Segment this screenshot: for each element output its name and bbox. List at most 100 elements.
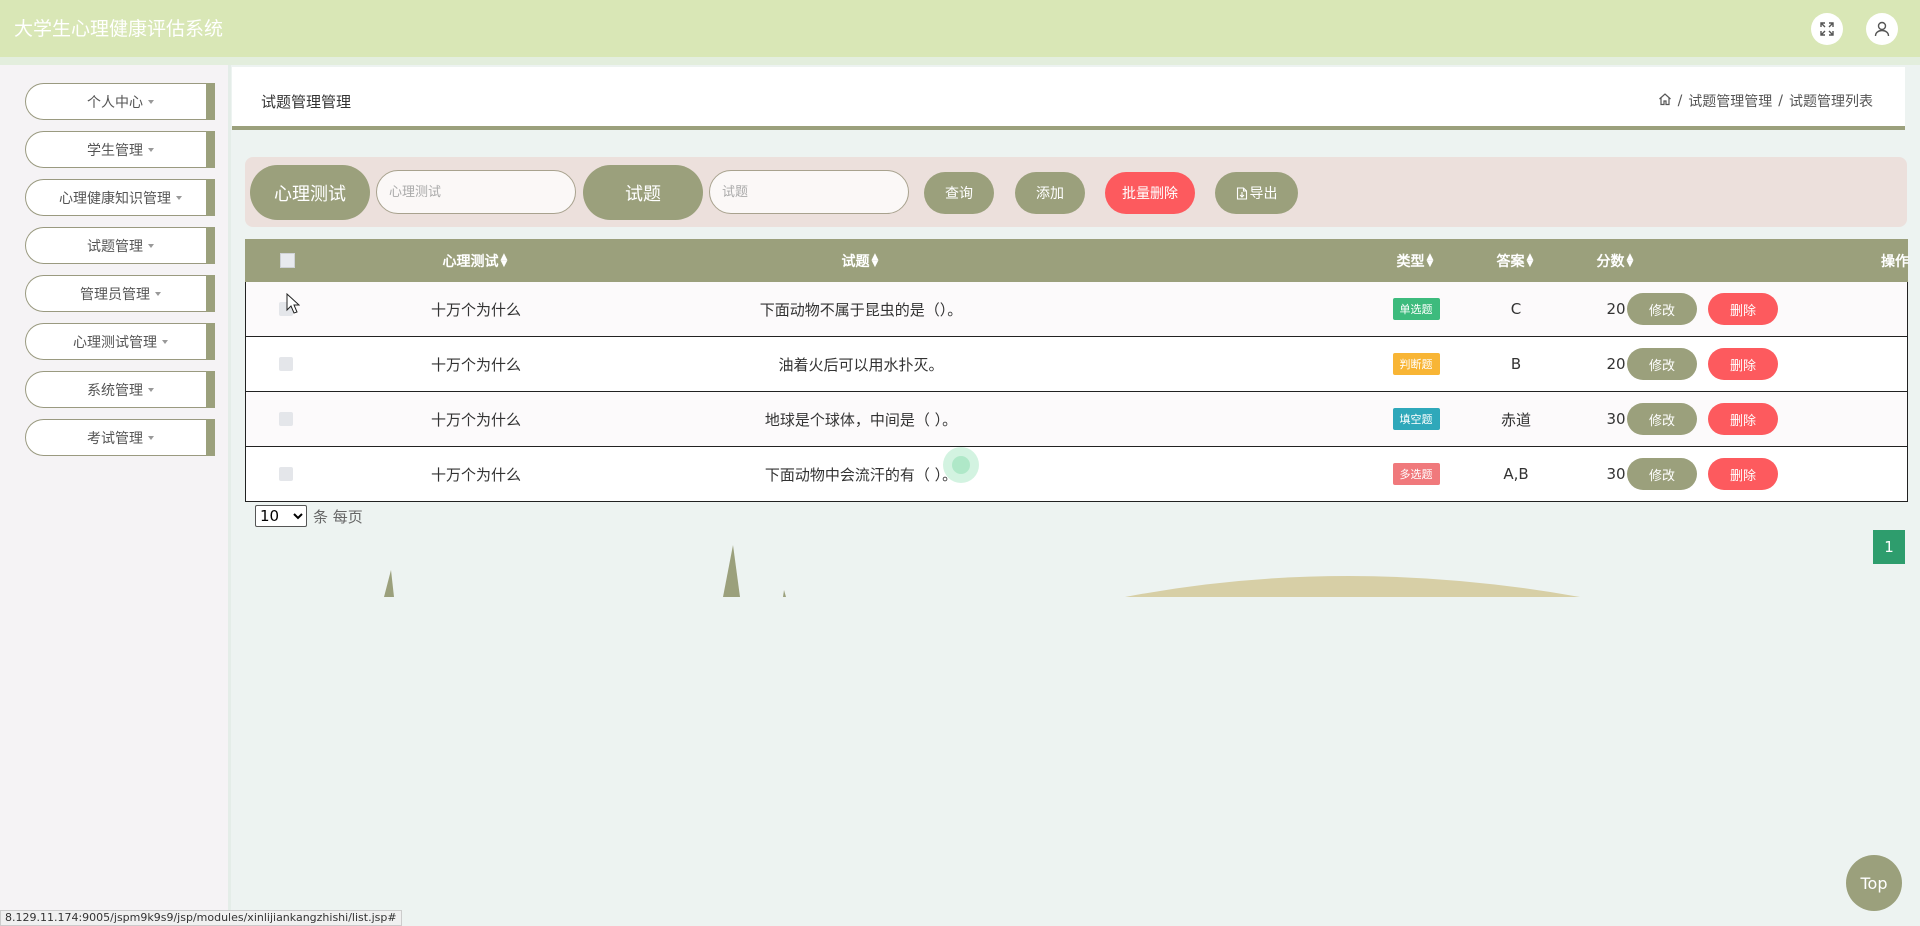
edit-button[interactable]: 修改	[1627, 458, 1697, 490]
column-header-type[interactable]: 类型 ▲ ▼	[1375, 239, 1455, 282]
column-header-actions: 操作	[1881, 253, 1909, 270]
table-row: 十万个为什么 地球是个球体，中间是（ ）。 填空题 赤道 30 修改 删除	[245, 392, 1908, 447]
breadcrumb-separator: /	[1677, 93, 1683, 109]
sidebar-item-admins[interactable]: 管理员管理	[25, 275, 215, 312]
breadcrumb-item[interactable]: 试题管理管理	[1688, 91, 1772, 111]
column-header-question[interactable]: 试题 ▲ ▼	[795, 239, 925, 282]
sidebar-item-label: 心理健康知识管理	[59, 190, 171, 207]
top-bar: 大学生心理健康评估系统	[0, 0, 1920, 57]
column-header-test[interactable]: 心理测试 ▲ ▼	[410, 239, 540, 282]
caret-down-icon	[148, 387, 154, 392]
table-row: 十万个为什么 下面动物中会流汗的有（ ）。 多选题 A,B 30 修改 删除	[245, 447, 1908, 502]
sort-icon: ▲ ▼	[1526, 251, 1534, 269]
per-page-label: 条 每页	[313, 507, 363, 526]
cell-answer: B	[1510, 355, 1522, 373]
sort-icon: ▲ ▼	[1626, 251, 1634, 269]
caret-down-icon	[148, 435, 154, 440]
cell-answer: A,B	[1503, 465, 1529, 483]
page-size-control: 10 条 每页	[255, 505, 363, 527]
export-button[interactable]: 导出	[1215, 172, 1298, 214]
cell-test: 十万个为什么	[430, 300, 521, 319]
sort-icon: ▲ ▼	[871, 251, 879, 269]
add-button[interactable]: 添加	[1015, 172, 1085, 214]
breadcrumb-item: 试题管理列表	[1789, 94, 1873, 110]
table-row: 十万个为什么 油着火后可以用水扑灭。 判断题 B 20 修改 删除	[245, 337, 1908, 392]
content-header: 试题管理管理 / 试题管理管理 / 试题管理列表	[232, 67, 1905, 130]
app-title: 大学生心理健康评估系统	[14, 18, 224, 40]
decorative-scenery	[384, 545, 1580, 597]
column-header-score[interactable]: 分数 ▲ ▼	[1575, 239, 1655, 282]
query-button[interactable]: 查询	[924, 172, 994, 214]
table-row: 十万个为什么 下面动物不属于昆虫的是（）。 单选题 C 20 修改 删除	[245, 282, 1908, 337]
sidebar-item-system[interactable]: 系统管理	[25, 371, 215, 408]
sidebar-item-label: 心理测试管理	[73, 334, 157, 351]
sort-icon: ▲ ▼	[500, 251, 508, 269]
export-icon	[1236, 186, 1247, 200]
caret-down-icon	[176, 195, 182, 200]
fullscreen-icon[interactable]	[1811, 13, 1843, 45]
cell-test: 十万个为什么	[430, 355, 521, 374]
questions-table: 心理测试 ▲ ▼ 试题 ▲ ▼ 类型 ▲ ▼ 答案 ▲ ▼ 分数 ▲ ▼ 操作 十万个为什么 下面动…	[245, 239, 1909, 502]
question-search-input[interactable]	[709, 170, 909, 214]
breadcrumb-separator: /	[1778, 93, 1783, 109]
edit-button[interactable]: 修改	[1627, 348, 1697, 380]
caret-down-icon	[148, 99, 154, 104]
sidebar-item-label: 考试管理	[87, 430, 143, 447]
page-size-select[interactable]: 10	[255, 505, 307, 527]
breadcrumb: / 试题管理管理 / 试题管理列表	[1658, 91, 1873, 111]
column-header-answer[interactable]: 答案 ▲ ▼	[1475, 239, 1555, 282]
caret-down-icon	[155, 291, 161, 296]
sort-icon: ▲ ▼	[1426, 251, 1434, 269]
select-all-checkbox[interactable]	[277, 239, 297, 282]
back-to-top-button[interactable]: Top	[1846, 855, 1902, 911]
sidebar-item-label: 个人中心	[87, 94, 143, 111]
sidebar-divider	[228, 65, 231, 926]
row-checkbox[interactable]	[276, 447, 296, 501]
sidebar-item-label: 系统管理	[87, 382, 143, 399]
delete-button[interactable]: 删除	[1708, 403, 1778, 435]
cell-question: 油着火后可以用水扑灭。	[778, 355, 944, 374]
caret-down-icon	[148, 147, 154, 152]
sidebar-item-students[interactable]: 学生管理	[25, 131, 215, 168]
delete-button[interactable]: 删除	[1708, 348, 1778, 380]
sidebar-item-label: 试题管理	[87, 238, 143, 255]
delete-button[interactable]: 删除	[1708, 293, 1778, 325]
edit-button[interactable]: 修改	[1627, 403, 1697, 435]
sidebar-item-questions[interactable]: 试题管理	[25, 227, 215, 264]
top-strip	[0, 57, 1920, 65]
row-checkbox[interactable]	[276, 392, 296, 446]
status-bar-url: 8.129.11.174:9005/jspm9k9s9/jsp/modules/…	[0, 910, 402, 926]
type-badge: 判断题	[1392, 353, 1440, 375]
table-header: 心理测试 ▲ ▼ 试题 ▲ ▼ 类型 ▲ ▼ 答案 ▲ ▼ 分数 ▲ ▼ 操作	[245, 239, 1909, 282]
cell-question: 地球是个球体，中间是（ ）。	[764, 410, 958, 429]
user-icon[interactable]	[1866, 13, 1898, 45]
type-badge: 填空题	[1392, 408, 1440, 430]
sidebar-item-mental-health-knowledge[interactable]: 心理健康知识管理	[25, 179, 215, 216]
type-badge: 单选题	[1392, 298, 1440, 320]
cell-test: 十万个为什么	[430, 410, 521, 429]
home-icon[interactable]	[1658, 92, 1672, 110]
click-ripple	[943, 447, 979, 483]
cell-answer: 赤道	[1500, 410, 1531, 429]
sidebar-item-mental-tests[interactable]: 心理测试管理	[25, 323, 215, 360]
page-title: 试题管理管理	[261, 93, 352, 111]
row-checkbox[interactable]	[276, 337, 296, 391]
sidebar-item-exams[interactable]: 考试管理	[25, 419, 215, 456]
cell-question: 下面动物中会流汗的有（ ）。	[764, 465, 958, 484]
caret-down-icon	[162, 339, 168, 344]
test-search-input[interactable]	[376, 170, 576, 214]
page-number-current[interactable]: 1	[1873, 530, 1905, 564]
sidebar-item-label: 管理员管理	[80, 286, 150, 303]
export-label: 导出	[1249, 186, 1278, 202]
caret-down-icon	[148, 243, 154, 248]
sidebar-item-personal-center[interactable]: 个人中心	[25, 83, 215, 120]
sidebar-item-label: 学生管理	[87, 142, 143, 159]
cell-test: 十万个为什么	[430, 465, 521, 484]
delete-button[interactable]: 删除	[1708, 458, 1778, 490]
type-badge: 多选题	[1392, 463, 1440, 485]
cell-question: 下面动物不属于昆虫的是（）。	[759, 300, 963, 319]
edit-button[interactable]: 修改	[1627, 293, 1697, 325]
cell-answer: C	[1510, 300, 1522, 318]
test-label: 心理测试	[250, 165, 370, 220]
batch-delete-button[interactable]: 批量删除	[1105, 172, 1195, 214]
